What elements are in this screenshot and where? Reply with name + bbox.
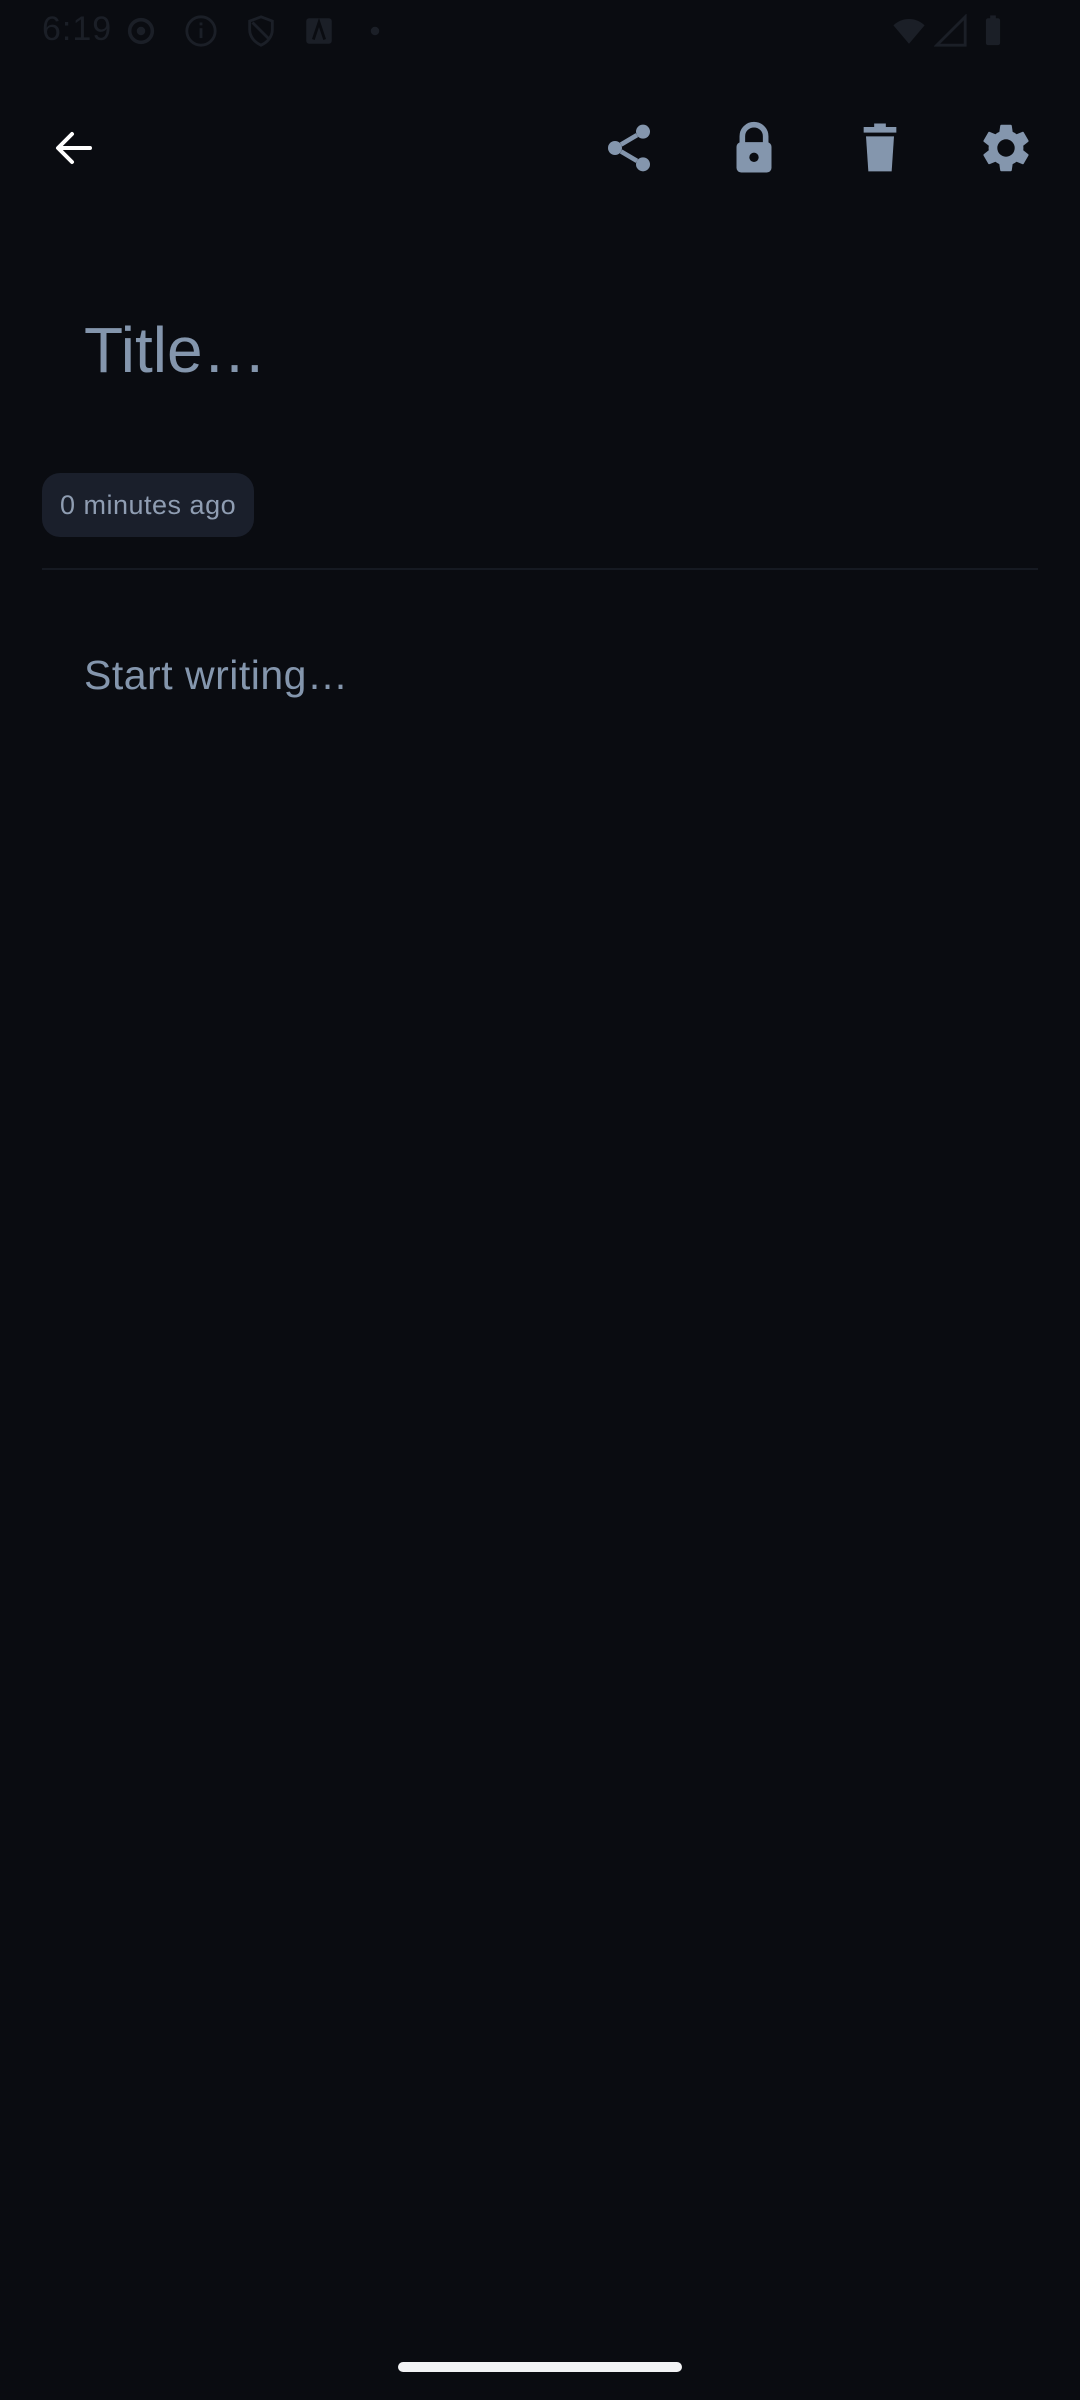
- timestamp-chip: 0 minutes ago: [42, 473, 255, 537]
- back-button[interactable]: [26, 100, 122, 196]
- lock-button[interactable]: [706, 100, 802, 196]
- settings-gear-icon: [983, 124, 1029, 172]
- note-body-input[interactable]: Start writing…: [84, 645, 984, 705]
- home-indicator[interactable]: [398, 2362, 682, 2372]
- status-bar: 6:19: [0, 0, 1080, 62]
- settings-button[interactable]: [958, 100, 1054, 196]
- status-time: 6:19: [42, 10, 113, 48]
- share-button[interactable]: [581, 100, 677, 196]
- delete-button[interactable]: [832, 100, 928, 196]
- dot-icon: [358, 14, 392, 48]
- lock-icon: [736, 121, 772, 173]
- battery-icon: [976, 14, 1010, 48]
- settings-icon: [124, 14, 158, 48]
- back-arrow-icon: [56, 132, 92, 164]
- font-icon: [302, 14, 336, 48]
- top-app-bar: [0, 100, 1080, 196]
- share-icon: [608, 124, 650, 172]
- trash-icon: [863, 123, 897, 172]
- signal-icon: [934, 14, 968, 48]
- wifi-icon: [892, 14, 926, 48]
- timestamp-label: 0 minutes ago: [60, 489, 237, 520]
- divider: [42, 568, 1038, 570]
- info-icon: [184, 14, 218, 48]
- title-input[interactable]: Title…: [84, 305, 984, 395]
- shield-icon: [244, 14, 278, 48]
